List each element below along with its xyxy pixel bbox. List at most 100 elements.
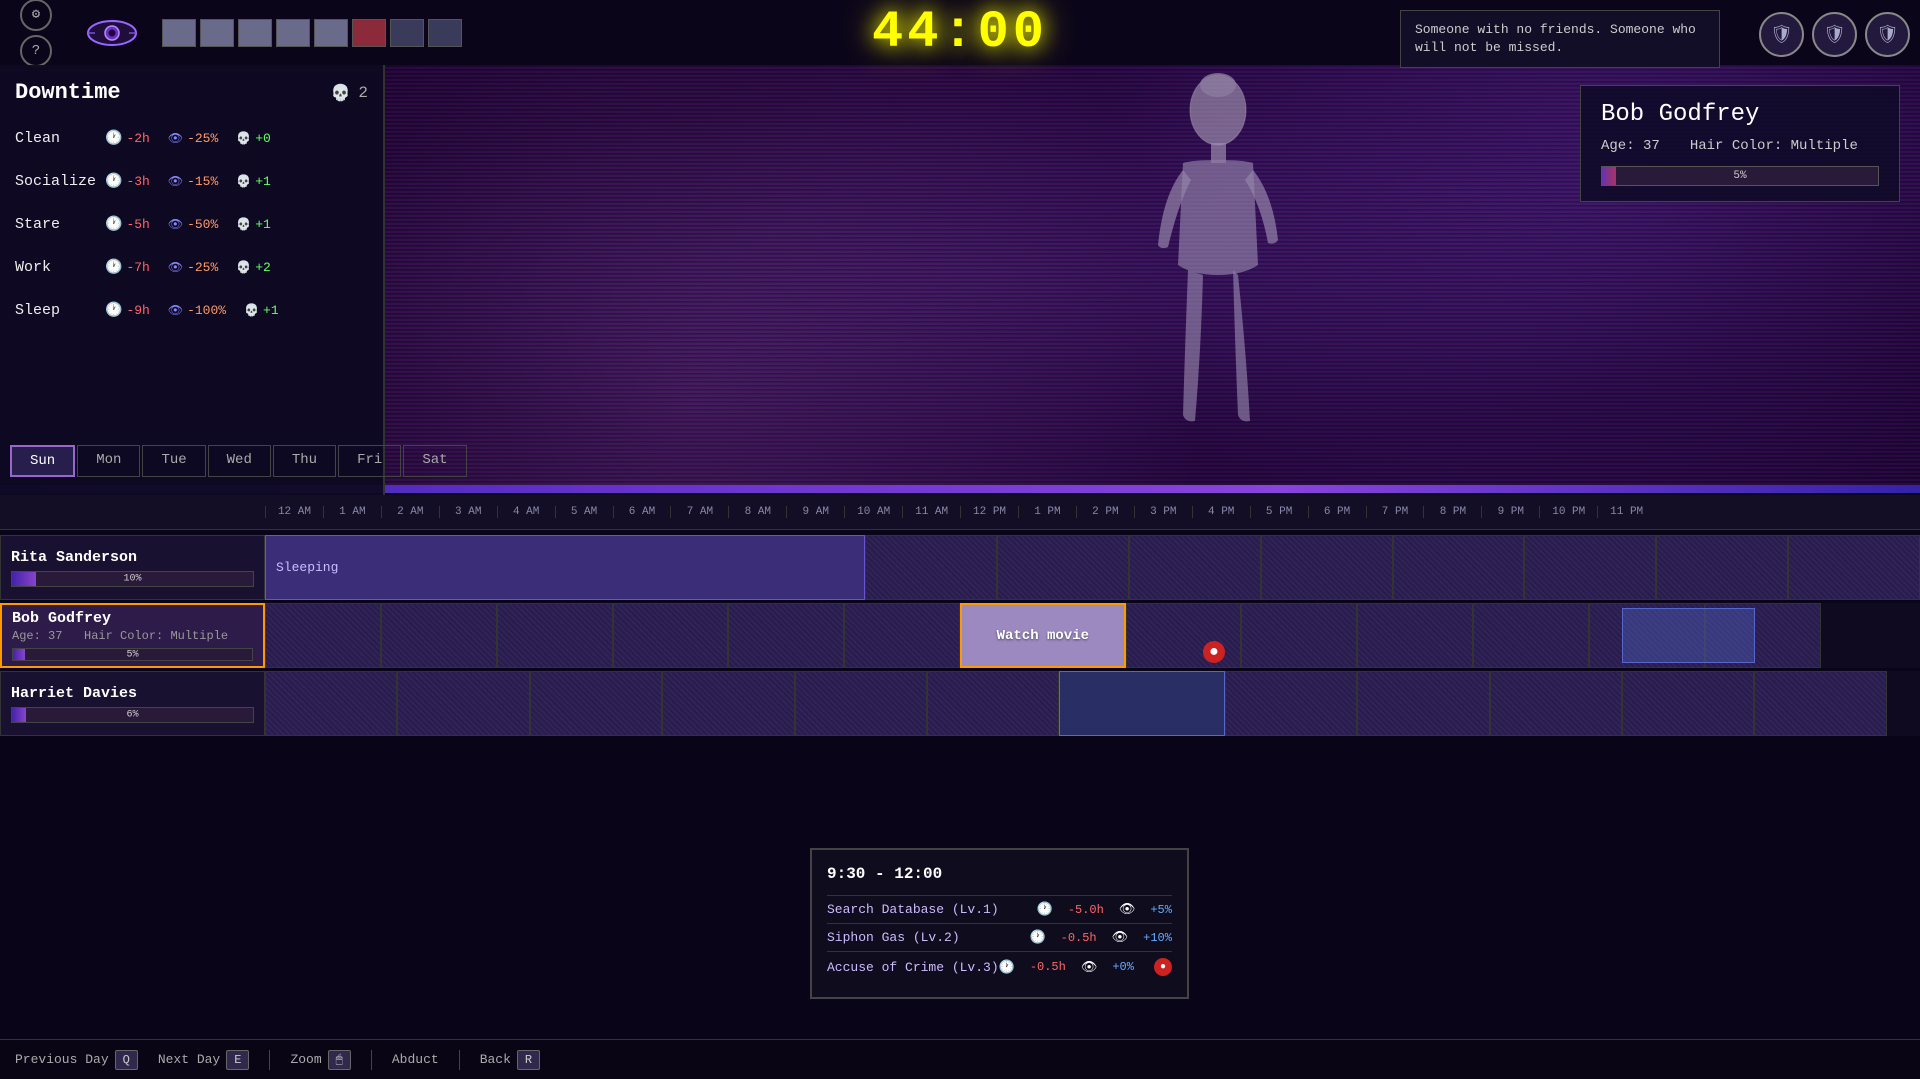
noise-harriet-8[interactable]: [1357, 671, 1489, 736]
noise-harriet-6[interactable]: [927, 671, 1059, 736]
noise-rita-2[interactable]: [997, 535, 1129, 600]
activity-stats-clean: 🕐 -2h 👁 -25% 💀 +0: [105, 130, 271, 147]
health-segment-4: [276, 19, 310, 47]
gear-icon[interactable]: ⚙: [20, 0, 52, 31]
noise-bob-3[interactable]: [497, 603, 613, 668]
activity-clean[interactable]: Clean 🕐 -2h 👁 -25% 💀 +0: [15, 125, 368, 152]
tab-tue[interactable]: Tue: [142, 445, 205, 477]
health-segment-2: [200, 19, 234, 47]
time-label-7pm: 7 PM: [1366, 506, 1424, 518]
highlight-bob[interactable]: [1622, 608, 1754, 663]
prev-day-btn[interactable]: Previous Day Q: [15, 1050, 138, 1070]
noise-rita-3[interactable]: [1129, 535, 1261, 600]
clock-icon-soc: 🕐: [105, 173, 122, 190]
highlight-harriet[interactable]: [1059, 671, 1225, 736]
tooltip-action-2[interactable]: Accuse of Crime (Lv.3) 🕐 -0.5h 👁 +0% ●: [827, 951, 1172, 982]
activity-stare[interactable]: Stare 🕐 -5h 👁 -50% 💀 +1: [15, 211, 368, 238]
noise-bob-1[interactable]: [265, 603, 381, 668]
top-bar: ⚙ ? 44:00 Someone with no friends. Someo…: [0, 0, 1920, 65]
eye-icon-main[interactable]: [82, 3, 142, 63]
health-segment-8: [428, 19, 462, 47]
question-icon[interactable]: ?: [20, 35, 52, 67]
tab-sun[interactable]: Sun: [10, 445, 75, 477]
noise-bob-4[interactable]: [613, 603, 729, 668]
eye-icon-1: 👁: [1112, 930, 1129, 945]
eye-stat-icon-stare: 👁: [168, 217, 183, 232]
noise-rita-7[interactable]: [1656, 535, 1788, 600]
row-rita: Rita Sanderson 10% Sleeping: [0, 535, 1920, 600]
person-label-rita[interactable]: Rita Sanderson 10%: [0, 535, 265, 600]
time-label-7am: 7 AM: [670, 506, 728, 518]
noise-rita-5[interactable]: [1393, 535, 1525, 600]
tooltip-action-1[interactable]: Siphon Gas (Lv.2) 🕐 -0.5h 👁 +10%: [827, 923, 1172, 951]
noise-rita-6[interactable]: [1524, 535, 1656, 600]
victim-details: Age: 37 Hair Color: Multiple: [1601, 138, 1879, 154]
tab-thu[interactable]: Thu: [273, 445, 336, 477]
noise-bob-2[interactable]: [381, 603, 497, 668]
person-progress-harriet: 6%: [11, 707, 254, 723]
notification-box: Someone with no friends. Someone who wil…: [1400, 10, 1720, 68]
person-progress-fill-harriet: [12, 708, 26, 722]
noise-rita-4[interactable]: [1261, 535, 1393, 600]
time-labels: 12 AM1 AM2 AM3 AM4 AM5 AM6 AM7 AM8 AM9 A…: [265, 506, 1655, 518]
noise-harriet-3[interactable]: [530, 671, 662, 736]
tooltip-action-0[interactable]: Search Database (Lv.1) 🕐 -5.0h 👁 +5%: [827, 895, 1172, 923]
person-progress-rita: 10%: [11, 571, 254, 587]
noise-rita-8[interactable]: [1788, 535, 1920, 600]
noise-bob-5[interactable]: [728, 603, 844, 668]
activity-socialize[interactable]: Socialize 🕐 -3h 👁 -15% 💀 +1: [15, 168, 368, 195]
person-label-harriet[interactable]: Harriet Davies 6%: [0, 671, 265, 736]
tab-wed[interactable]: Wed: [208, 445, 271, 477]
noise-harriet-4[interactable]: [662, 671, 794, 736]
noise-harriet-9[interactable]: [1490, 671, 1622, 736]
time-label-11am: 11 AM: [902, 506, 960, 518]
clock-icon: 🕐: [105, 130, 122, 147]
character-silhouette: [1113, 65, 1313, 485]
person-progress-text-harriet: 6%: [126, 709, 138, 720]
noise-rita-1[interactable]: [865, 535, 997, 600]
time-label-5pm: 5 PM: [1250, 506, 1308, 518]
activity-sleep[interactable]: Sleep 🕐 -9h 👁 -100% 💀 +1: [15, 297, 368, 324]
stat-eye-clean: -25%: [187, 131, 218, 146]
health-segment-5: [314, 19, 348, 47]
person-label-bob[interactable]: Bob Godfrey Age: 37 Hair Color: Multiple…: [0, 603, 265, 668]
noise-harriet-5[interactable]: [795, 671, 927, 736]
watch-movie-button[interactable]: Watch movie: [960, 603, 1126, 668]
tab-sat[interactable]: Sat: [403, 445, 466, 477]
back-btn[interactable]: Back R: [480, 1050, 540, 1070]
skull-stat-icon-soc: 💀: [236, 174, 251, 189]
noise-harriet-2[interactable]: [397, 671, 529, 736]
noise-bob-6[interactable]: [844, 603, 960, 668]
person-progress-text-rita: 10%: [123, 573, 141, 584]
stat-eye-soc: -15%: [187, 174, 218, 189]
tab-mon[interactable]: Mon: [77, 445, 140, 477]
eye-stat-icon-work: 👁: [168, 260, 183, 275]
activity-stats-sleep: 🕐 -9h 👁 -100% 💀 +1: [105, 302, 279, 319]
tab-fri[interactable]: Fri: [338, 445, 401, 477]
noise-harriet-1[interactable]: [265, 671, 397, 736]
red-indicator: ●: [1203, 641, 1225, 663]
left-panel: Downtime 💀 2 Clean 🕐 -2h 👁 -25% 💀 +0 Soc…: [0, 65, 385, 495]
health-segment-3: [238, 19, 272, 47]
zoom-btn[interactable]: Zoom 🖱: [290, 1050, 350, 1070]
activity-stats-socialize: 🕐 -3h 👁 -15% 💀 +1: [105, 173, 271, 190]
noise-harriet-11[interactable]: [1754, 671, 1886, 736]
abduct-btn[interactable]: Abduct: [392, 1052, 439, 1067]
next-day-btn[interactable]: Next Day E: [158, 1050, 250, 1070]
abduct-label: Abduct: [392, 1052, 439, 1067]
time-label-6am: 6 AM: [613, 506, 671, 518]
downtime-header: Downtime 💀 2: [15, 80, 368, 105]
next-day-label: Next Day: [158, 1052, 220, 1067]
noise-harriet-7[interactable]: [1225, 671, 1357, 736]
time-label-2am: 2 AM: [381, 506, 439, 518]
activity-name-socialize: Socialize: [15, 173, 105, 190]
eye-stat-icon-soc: 👁: [168, 174, 183, 189]
noise-bob-9[interactable]: [1357, 603, 1473, 668]
action-time-2: -0.5h: [1030, 960, 1066, 974]
time-label-9pm: 9 PM: [1481, 506, 1539, 518]
downtime-count-value: 2: [358, 84, 368, 102]
noise-bob-10[interactable]: [1473, 603, 1589, 668]
noise-bob-8[interactable]: [1241, 603, 1357, 668]
activity-work[interactable]: Work 🕐 -7h 👁 -25% 💀 +2: [15, 254, 368, 281]
noise-harriet-10[interactable]: [1622, 671, 1754, 736]
